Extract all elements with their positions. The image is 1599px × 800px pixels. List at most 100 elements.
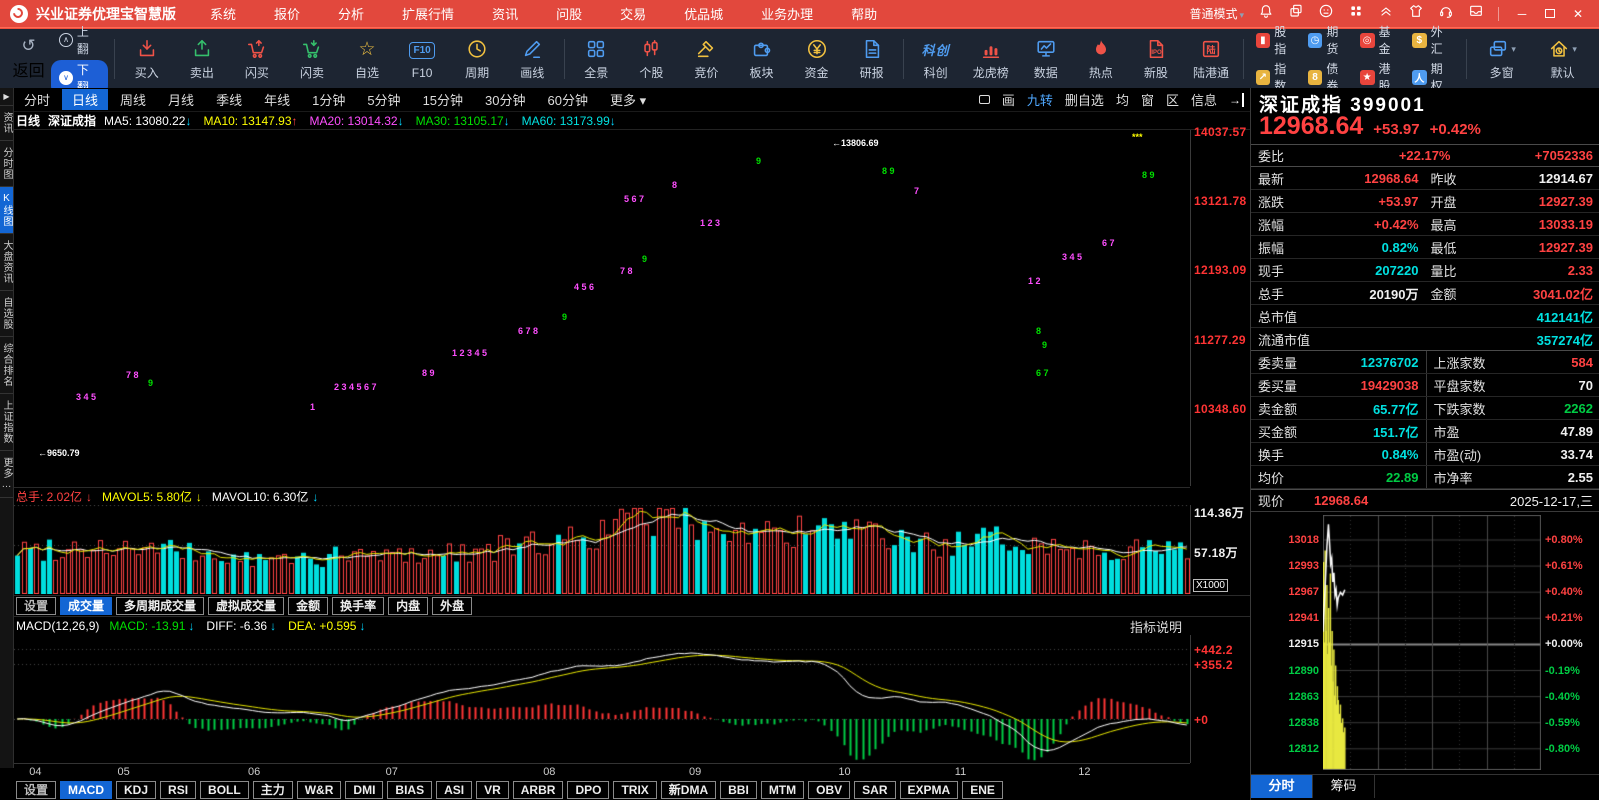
collapse-panel-icon[interactable]: → [1229, 93, 1244, 107]
f10-button[interactable]: F10F10 [395, 31, 450, 87]
menu-资讯[interactable]: 资讯 [492, 4, 518, 23]
intraday-canvas[interactable] [1323, 515, 1541, 770]
back-button[interactable]: ↺返回 [6, 36, 51, 81]
indicator-tab-BOLL[interactable]: BOLL [200, 781, 249, 799]
chart-tool-均[interactable]: 均 [1116, 90, 1129, 109]
sell-button[interactable]: 卖出 [174, 31, 229, 87]
menu-问股[interactable]: 问股 [556, 4, 582, 23]
period-tab-30分钟[interactable]: 30分钟 [475, 89, 535, 110]
sidebar-item-更多…[interactable]: 更多… [0, 451, 13, 498]
data-button[interactable]: 数据 [1018, 31, 1073, 87]
watchlist-button[interactable]: ☆自选 [340, 31, 395, 87]
overview-button[interactable]: 全景 [569, 31, 624, 87]
indicator-tab-TRIX[interactable]: TRIX [613, 781, 656, 799]
chart-tool-信息[interactable]: 信息 [1191, 90, 1217, 109]
period-tab-周线[interactable]: 周线 [110, 89, 156, 110]
volume-tab-金额[interactable]: 金额 [288, 597, 328, 615]
multi-window-button[interactable]: ▾多窗 [1471, 31, 1532, 87]
period-button[interactable]: 周期 [450, 31, 505, 87]
inbox-icon[interactable] [1468, 3, 1484, 24]
sidebar-item-上证指数[interactable]: 上证指数 [0, 394, 13, 451]
indicator-tab-RSI[interactable]: RSI [160, 781, 196, 799]
volume-tab-多周期成交量[interactable]: 多周期成交量 [116, 597, 204, 615]
sidebar-item-综合排名[interactable]: 综合排名 [0, 337, 13, 394]
market-期货-button[interactable]: ◷期货 [1308, 23, 1350, 57]
period-tab-日线[interactable]: 日线 [62, 89, 108, 110]
indicator-tab-设置[interactable]: 设置 [16, 781, 56, 799]
indicator-tab-DMI[interactable]: DMI [345, 781, 383, 799]
indicator-tab-SAR[interactable]: SAR [854, 781, 895, 799]
sidebar-item-资讯[interactable]: 资讯 [0, 106, 13, 141]
volume-tab-外盘[interactable]: 外盘 [432, 597, 472, 615]
indicator-tab-ASI[interactable]: ASI [436, 781, 472, 799]
indicator-tab-W&R[interactable]: W&R [297, 781, 342, 799]
dragon-tiger-button[interactable]: 龙虎榜 [963, 31, 1018, 87]
chart-tool-删自选[interactable]: 删自选 [1065, 90, 1104, 109]
menu-系统[interactable]: 系统 [210, 4, 236, 23]
mode-selector[interactable]: 普通模式▾ [1189, 5, 1244, 22]
menu-帮助[interactable]: 帮助 [851, 4, 877, 23]
menu-优品城[interactable]: 优品城 [684, 4, 723, 23]
sidebar-item-自选股[interactable]: 自选股 [0, 291, 13, 337]
volume-tab-设置[interactable]: 设置 [16, 597, 56, 615]
period-tab-1分钟[interactable]: 1分钟 [302, 89, 355, 110]
period-tab-5分钟[interactable]: 5分钟 [357, 89, 410, 110]
shirt-icon[interactable] [1408, 3, 1424, 24]
stock-button[interactable]: 个股 [624, 31, 679, 87]
volume-tab-内盘[interactable]: 内盘 [388, 597, 428, 615]
minimize-button[interactable]: ─ [1513, 7, 1531, 21]
volume-tab-虚拟成交量[interactable]: 虚拟成交量 [208, 597, 284, 615]
mini-tab-分时[interactable]: 分时 [1251, 775, 1313, 798]
sectors-button[interactable]: 板块 [734, 31, 789, 87]
indicator-tab-主力[interactable]: 主力 [253, 781, 293, 799]
period-tab-更多[interactable]: 更多 ▾ [600, 89, 656, 110]
period-tab-季线[interactable]: 季线 [206, 89, 252, 110]
maximize-button[interactable] [1545, 9, 1555, 18]
indicator-tab-EXPMA[interactable]: EXPMA [900, 781, 959, 799]
hotspots-button[interactable]: 热点 [1073, 31, 1128, 87]
page-up-button[interactable]: ∧上翻 [51, 22, 108, 58]
indicator-tab-BBI[interactable]: BBI [720, 781, 757, 799]
market-外汇-button[interactable]: $外汇 [1412, 23, 1454, 57]
close-button[interactable]: ✕ [1569, 7, 1587, 21]
menu-报价[interactable]: 报价 [274, 4, 300, 23]
default-layout-button[interactable]: ▾默认 [1532, 31, 1593, 87]
volume-tab-换手率[interactable]: 换手率 [332, 597, 384, 615]
mini-tab-筹码[interactable]: 筹码 [1313, 775, 1375, 798]
indicator-tab-VR[interactable]: VR [476, 781, 509, 799]
indicator-tab-KDJ[interactable]: KDJ [116, 781, 156, 799]
volume-tab-成交量[interactable]: 成交量 [60, 597, 112, 615]
indicator-tab-新DMA[interactable]: 新DMA [661, 781, 716, 799]
lugangtong-button[interactable]: 陆陆港通 [1183, 31, 1238, 87]
indicator-tab-MACD[interactable]: MACD [60, 781, 112, 799]
kline-chart[interactable] [14, 130, 1190, 486]
indicator-tab-ARBR[interactable]: ARBR [513, 781, 564, 799]
chart-tool-窗[interactable]: 窗 [1141, 90, 1154, 109]
indicator-tab-OBV[interactable]: OBV [808, 781, 850, 799]
indicator-tab-BIAS[interactable]: BIAS [387, 781, 432, 799]
buy-button[interactable]: 买入 [119, 31, 174, 87]
funds-button[interactable]: 资金 [789, 31, 844, 87]
robot-icon[interactable] [1318, 3, 1334, 24]
market-股指-button[interactable]: ▮股指 [1256, 23, 1298, 57]
macd-chart[interactable] [14, 635, 1190, 763]
chart-tool-九转[interactable]: 九转 [1027, 90, 1053, 109]
period-tab-分时[interactable]: 分时 [14, 89, 60, 110]
chevs-icon[interactable] [1378, 3, 1394, 24]
period-tab-年线[interactable]: 年线 [254, 89, 300, 110]
sidebar-item-K线图[interactable]: K线图 [0, 187, 13, 234]
menu-扩展行情[interactable]: 扩展行情 [402, 4, 454, 23]
indicator-tab-MTM[interactable]: MTM [761, 781, 804, 799]
market-基金-button[interactable]: ◎基金 [1360, 23, 1402, 57]
menu-交易[interactable]: 交易 [620, 4, 646, 23]
sidebar-expand-icon[interactable]: ▶ [0, 88, 13, 106]
period-tab-月线[interactable]: 月线 [158, 89, 204, 110]
sidebar-item-大盘资讯[interactable]: 大盘资讯 [0, 234, 13, 291]
menu-分析[interactable]: 分析 [338, 4, 364, 23]
period-tab-60分钟[interactable]: 60分钟 [538, 89, 598, 110]
bell-icon[interactable] [1258, 3, 1274, 24]
menu-业务办理[interactable]: 业务办理 [761, 4, 813, 23]
indicator-tab-ENE[interactable]: ENE [962, 781, 1003, 799]
flash-buy-button[interactable]: 闪买 [229, 31, 284, 87]
chart-tool-区[interactable]: 区 [1166, 90, 1179, 109]
